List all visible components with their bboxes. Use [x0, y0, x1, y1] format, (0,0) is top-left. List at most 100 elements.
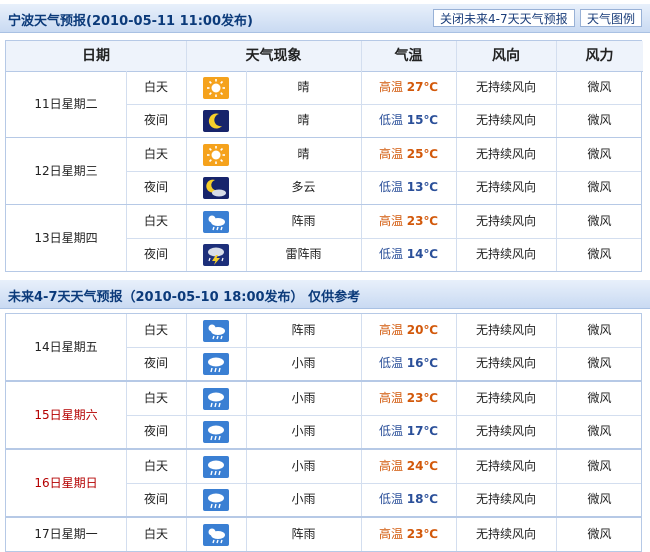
date-label: 12日星期三 [34, 164, 98, 178]
temperature-cell: 高温 23℃ [361, 207, 456, 236]
wind-direction: 无持续风向 [475, 247, 536, 261]
header-divider [361, 41, 362, 71]
col-wind-dir: 风向 [456, 41, 556, 72]
moon-icon [203, 110, 229, 132]
day-block: 12日星期三 白天晴高温 25℃ 无持续风向 微风 夜间 多云 低温 13℃ 无持续风向 微风 [5, 137, 642, 205]
period-label: 白天 [143, 459, 168, 473]
close-extended-forecast-button[interactable]: 关闭未来4-7天天气预报 [433, 9, 575, 27]
wind-force: 微风 [587, 113, 612, 127]
wind-direction: 无持续风向 [475, 459, 536, 473]
wind-direction: 无持续风向 [475, 356, 536, 370]
weather-legend-button[interactable]: 天气图例 [580, 9, 643, 27]
wind-direction: 无持续风向 [475, 147, 536, 161]
extended-forecast-header: 未来4-7天天气预报（2010-05-10 18:00发布） 仅供参考 [0, 280, 650, 309]
wind-force: 微风 [587, 459, 612, 473]
date-label: 17日星期一 [34, 527, 98, 541]
row-divider [126, 104, 641, 105]
wind-force: 微风 [587, 527, 612, 541]
rain-icon [203, 456, 229, 478]
col-weather: 天气现象 [186, 41, 361, 72]
temp-value: 16℃ [406, 356, 439, 370]
temperature-cell: 低温 14℃ [361, 240, 456, 269]
row-divider [126, 238, 641, 239]
date-label: 16日星期日 [34, 476, 98, 490]
temp-label: 低温 [378, 424, 403, 438]
temp-value: 13℃ [406, 180, 439, 194]
wind-direction: 无持续风向 [475, 391, 536, 405]
forecast-header: 宁波天气预报(2010-05-11 11:00发布) 关闭未来4-7天天气预报 … [0, 4, 650, 33]
weather-text: 阵雨 [291, 323, 316, 337]
header-divider [556, 41, 557, 71]
rain-icon [203, 421, 229, 443]
weather-text: 小雨 [291, 459, 316, 473]
weather-text: 小雨 [291, 356, 316, 370]
row-divider [126, 171, 641, 172]
date-label: 13日星期四 [34, 231, 98, 245]
temp-label: 高温 [378, 80, 403, 94]
rain-icon [203, 489, 229, 511]
temp-label: 低温 [378, 247, 403, 261]
weather-text: 小雨 [291, 492, 316, 506]
wind-direction: 无持续风向 [475, 492, 536, 506]
weather-text: 晴 [297, 113, 310, 127]
temperature-cell: 低温 16℃ [361, 349, 456, 378]
period-label: 夜间 [143, 180, 168, 194]
wind-force: 微风 [587, 247, 612, 261]
period-label: 白天 [143, 147, 168, 161]
date-label: 14日星期五 [34, 340, 98, 354]
temp-value: 23℃ [406, 527, 439, 541]
period-label: 白天 [143, 214, 168, 228]
wind-direction: 无持续风向 [475, 214, 536, 228]
temp-value: 14℃ [406, 247, 439, 261]
row-divider [126, 415, 641, 416]
temp-label: 高温 [378, 459, 403, 473]
weather-text: 阵雨 [291, 527, 316, 541]
wind-direction: 无持续风向 [475, 113, 536, 127]
weather-text: 晴 [297, 147, 310, 161]
temp-value: 23℃ [406, 391, 439, 405]
temperature-cell: 高温 24℃ [361, 452, 456, 481]
rain-icon [203, 388, 229, 410]
temp-label: 高温 [378, 147, 403, 161]
temp-label: 低温 [378, 356, 403, 370]
sun-rain-icon [203, 211, 229, 233]
wind-force: 微风 [587, 180, 612, 194]
col-temp: 气温 [361, 41, 456, 72]
wind-direction: 无持续风向 [475, 323, 536, 337]
sun-icon [203, 77, 229, 99]
period-label: 白天 [143, 80, 168, 94]
wind-force: 微风 [587, 80, 612, 94]
day-block: 13日星期四 白天 阵雨 高温 23℃ 无持续风向 微风 夜间 雷阵雨 低温 14℃ 无持续风向微… [5, 204, 642, 272]
period-label: 白天 [143, 391, 168, 405]
temp-value: 24℃ [406, 459, 439, 473]
temperature-cell: 高温 25℃ [361, 140, 456, 169]
day-block: 日期 天气现象 气温 风向 风力 11日星期二 白天晴高温 27℃ 无持续风向 微风 夜间晴低温 … [5, 40, 643, 138]
rain-icon [203, 353, 229, 375]
temp-label: 低温 [378, 492, 403, 506]
weather-text: 晴 [297, 80, 310, 94]
temp-value: 23℃ [406, 214, 439, 228]
period-label: 白天 [143, 323, 168, 337]
wind-force: 微风 [587, 391, 612, 405]
extended-forecast-title: 未来4-7天天气预报（2010-05-10 18:00发布） 仅供参考 [8, 290, 361, 305]
wind-force: 微风 [587, 356, 612, 370]
temp-value: 17℃ [406, 424, 439, 438]
temperature-cell: 高温 23℃ [361, 384, 456, 413]
period-label: 夜间 [143, 113, 168, 127]
wind-direction: 无持续风向 [475, 180, 536, 194]
wind-direction: 无持续风向 [475, 527, 536, 541]
wind-force: 微风 [587, 323, 612, 337]
weather-text: 阵雨 [291, 214, 316, 228]
column-divider [186, 518, 187, 551]
wind-force: 微风 [587, 424, 612, 438]
temperature-cell: 高温 23℃ [361, 520, 456, 549]
period-label: 夜间 [143, 247, 168, 261]
row-divider [126, 347, 641, 348]
moon-cloud-icon [203, 177, 229, 199]
col-wind-force: 风力 [556, 41, 643, 72]
wind-force: 微风 [587, 147, 612, 161]
wind-force: 微风 [587, 214, 612, 228]
temp-label: 低温 [378, 113, 403, 127]
temp-label: 高温 [378, 214, 403, 228]
temp-value: 20℃ [406, 323, 439, 337]
